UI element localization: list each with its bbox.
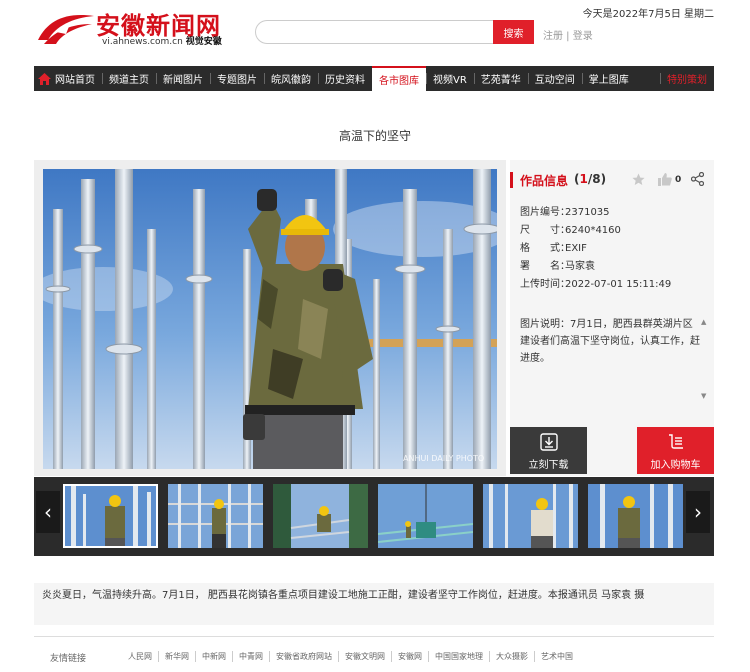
logo-swoosh-icon — [38, 15, 94, 44]
thumbnail-image — [63, 484, 158, 548]
worker-photo-image: ANHUI DAILY PHOTO — [43, 169, 497, 469]
friend-links: 友情链接 人民网 新华网 中新网 中青网 安徽省政府网站 安徽文明网 安徽网 中… — [34, 636, 714, 666]
cart-icon — [669, 434, 683, 449]
nav-item-special-feature[interactable]: 特别策划 — [660, 66, 714, 91]
thumbnail-1[interactable] — [63, 484, 158, 548]
friend-links-label: 友情链接 — [50, 654, 87, 664]
page-title: 高温下的坚守 — [338, 129, 411, 143]
meta-row-upload-time: 上传时间：2022-07-01 15:11:49 — [520, 279, 672, 290]
photo-meta: 图片编号：2371035 尺 寸：6240*4160 格 式：EXIF 署 名：… — [520, 204, 710, 294]
download-icon — [540, 433, 558, 451]
nav-label: 网站首页 — [55, 75, 95, 86]
register-link[interactable]: 登录 — [573, 31, 593, 42]
friend-link[interactable]: 安徽文明网 — [338, 651, 391, 662]
thumbnail-strip: ‹ › — [34, 477, 714, 556]
login-link[interactable]: 注册 — [543, 31, 563, 42]
thumbnail-image — [273, 484, 368, 548]
nav-item-video-vr[interactable]: 视频VR — [426, 66, 474, 91]
meta-row-author: 署 名：马家袁 — [520, 261, 595, 272]
friend-link[interactable]: 安徽省政府网站 — [269, 651, 338, 662]
thumbnail-6[interactable] — [588, 484, 683, 548]
nav-item-mobile-gallery[interactable]: 掌上图库 — [581, 66, 636, 91]
thumbnail-image — [588, 484, 683, 548]
main-photo-panel: ANHUI DAILY PHOTO — [34, 160, 506, 476]
auth-links: 注册 | 登录 — [543, 31, 593, 42]
prev-arrow-icon[interactable]: ‹ — [36, 491, 60, 533]
friend-link[interactable]: 中青网 — [232, 651, 269, 662]
friend-link[interactable]: 中新网 — [195, 651, 232, 662]
photo-caption: 炎炎夏日，气温持续升高。7月1日， 肥西县花岗镇各重点项目建设工地施工正酣，建设… — [34, 583, 714, 625]
friend-link[interactable]: 中国国家地理 — [428, 651, 489, 662]
info-heading: 作品信息 — [520, 174, 569, 188]
scroll-up-icon[interactable]: ▲ — [701, 318, 706, 326]
friend-link[interactable]: 艺术中国 — [534, 651, 579, 662]
meta-row-format: 格 式：EXIF — [520, 243, 587, 254]
search-button[interactable]: 搜索 — [493, 20, 534, 44]
nav-item-anhui-style[interactable]: 皖风徽韵 — [264, 66, 318, 91]
site-logo[interactable]: 安徽新闻网 vi.ahnews.com.cn 视觉安徽 — [36, 8, 226, 48]
current-date: 今天是2022年7月5日 星期二 — [582, 9, 714, 20]
nav-item-history[interactable]: 历史资料 — [318, 66, 372, 91]
thumbnail-image — [168, 484, 263, 548]
friend-link[interactable]: 新华网 — [158, 651, 195, 662]
photo-pager: (1/8) — [574, 172, 607, 186]
nav-item-city-gallery[interactable]: 各市图库 — [372, 66, 426, 91]
nav-item-home[interactable]: 网站首页 — [34, 66, 102, 91]
home-icon — [38, 72, 51, 85]
info-header: 作品信息 (1/8) 0 — [510, 170, 714, 190]
nav-item-channel[interactable]: 频道主页 — [102, 66, 156, 91]
site-header: 安徽新闻网 vi.ahnews.com.cn 视觉安徽 搜索 注册 | 登录 今天… — [0, 0, 750, 62]
info-panel: 作品信息 (1/8) 0 图片编号：2371035 尺 寸：6240*4160 … — [510, 160, 714, 476]
search-input[interactable] — [255, 20, 493, 44]
add-to-cart-button[interactable]: 加入购物车 — [637, 427, 714, 474]
photo-watermark: ANHUI DAILY PHOTO — [403, 454, 484, 463]
like-count: 0 — [675, 175, 682, 185]
scroll-down-icon[interactable]: ▼ — [701, 392, 706, 400]
friend-links-list: 人民网 新华网 中新网 中青网 安徽省政府网站 安徽文明网 安徽网 中国国家地理… — [122, 651, 579, 662]
meta-row-id: 图片编号：2371035 — [520, 207, 610, 218]
next-arrow-icon[interactable]: › — [686, 491, 710, 533]
nav-item-news-photos[interactable]: 新闻图片 — [156, 66, 210, 91]
meta-row-size: 尺 寸：6240*4160 — [520, 225, 621, 236]
friend-link[interactable]: 安徽网 — [391, 651, 428, 662]
thumbnail-2[interactable] — [168, 484, 263, 548]
favorite-star-icon[interactable] — [632, 173, 645, 186]
heading-accent-bar — [510, 172, 513, 188]
thumbnail-3[interactable] — [273, 484, 368, 548]
photo-description: 图片说明：7月1日，肥西县群英湖片区建设者们高温下坚守岗位，认真工作，赶进度。 — [520, 319, 700, 364]
nav-item-interactive[interactable]: 互动空间 — [527, 66, 582, 91]
friend-link[interactable]: 人民网 — [122, 651, 158, 662]
thumbnail-image — [378, 484, 473, 548]
logo-url: vi.ahnews.com.cn 视觉安徽 — [102, 37, 222, 47]
download-button[interactable]: 立刻下载 — [510, 427, 587, 474]
nav-item-arts[interactable]: 艺苑菁华 — [473, 66, 528, 91]
cart-label: 加入购物车 — [650, 460, 701, 471]
thumbnail-4[interactable] — [378, 484, 473, 548]
thumbnail-image — [483, 484, 578, 548]
download-label: 立刻下载 — [528, 460, 569, 471]
main-nav: 网站首页 频道主页 新闻图片 专题图片 皖风徽韵 历史资料 各市图库 视频VR … — [34, 66, 714, 91]
thumbnail-5[interactable] — [483, 484, 578, 548]
share-icon[interactable] — [691, 172, 704, 186]
nav-item-special-photos[interactable]: 专题图片 — [210, 66, 264, 91]
like-thumb-icon[interactable] — [658, 173, 672, 186]
friend-link[interactable]: 大众摄影 — [489, 651, 534, 662]
main-photo[interactable]: ANHUI DAILY PHOTO — [43, 169, 497, 469]
